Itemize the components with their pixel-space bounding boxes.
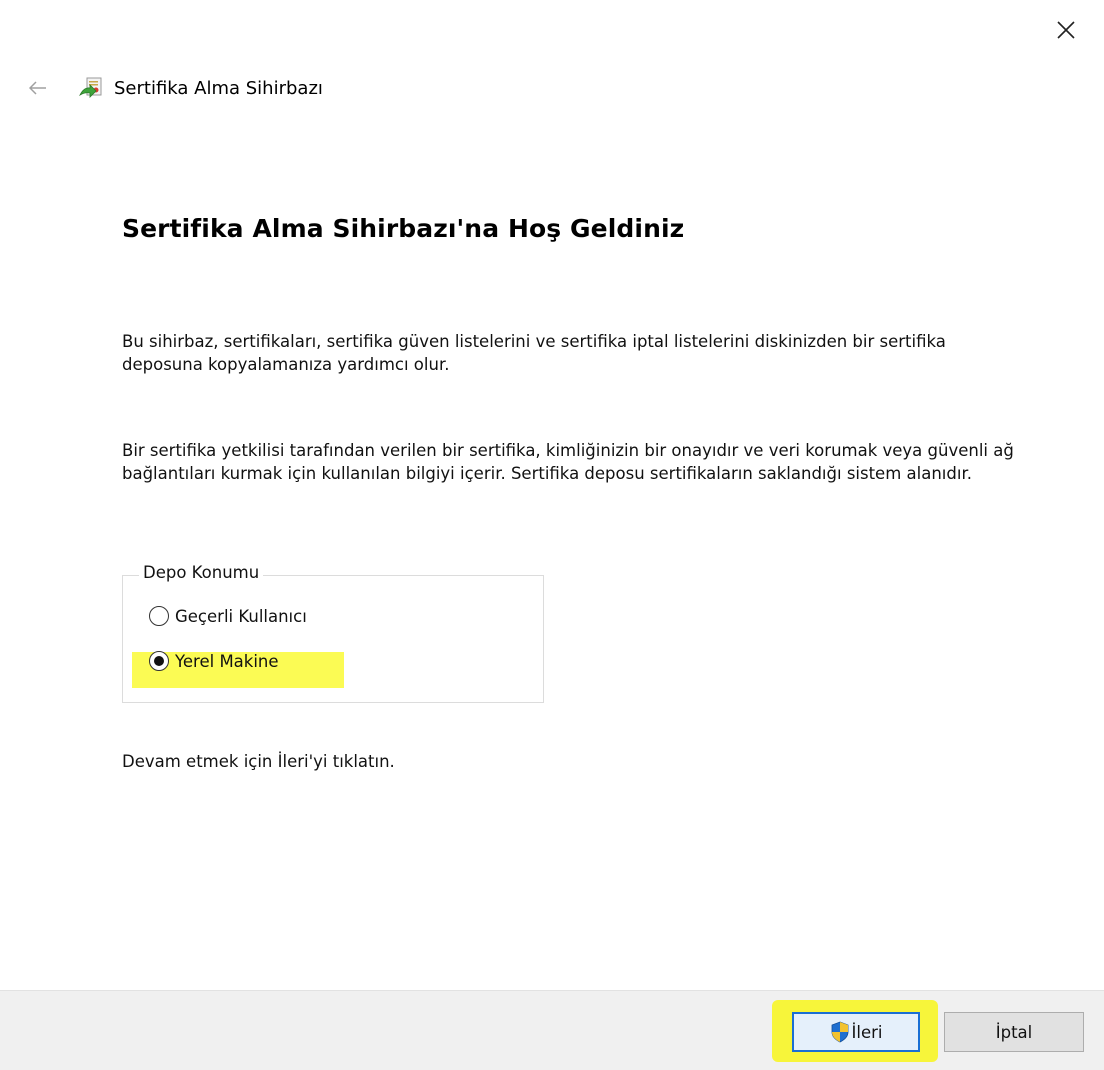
radio-label-current-user: Geçerli Kullanıcı bbox=[175, 606, 307, 626]
close-button[interactable] bbox=[1050, 14, 1082, 46]
close-icon bbox=[1057, 21, 1075, 39]
wizard-footer bbox=[0, 990, 1104, 1070]
continue-hint: Devam etmek için İleri'yi tıklatın. bbox=[122, 752, 395, 771]
radio-button-selected[interactable] bbox=[149, 651, 169, 671]
radio-current-user[interactable]: Geçerli Kullanıcı bbox=[149, 606, 307, 626]
cancel-button[interactable]: İptal bbox=[944, 1012, 1084, 1052]
wizard-header: Sertifika Alma Sihirbazı bbox=[26, 68, 323, 108]
certificate-wizard-icon bbox=[78, 75, 104, 101]
next-button[interactable]: İleri bbox=[792, 1012, 920, 1052]
uac-shield-icon bbox=[831, 1021, 848, 1043]
radio-local-machine[interactable]: Yerel Makine bbox=[149, 651, 279, 671]
store-location-legend: Depo Konumu bbox=[139, 563, 264, 582]
cancel-button-label: İptal bbox=[995, 1022, 1033, 1042]
store-location-group: Depo Konumu Geçerli Kullanıcı Yerel Maki… bbox=[122, 563, 544, 703]
back-arrow-icon bbox=[29, 81, 46, 95]
description-paragraph-2: Bir sertifika yetkilisi tarafından veril… bbox=[122, 441, 1014, 483]
radio-selected-dot bbox=[154, 656, 164, 666]
certificate-import-wizard-window: Sertifika Alma Sihirbazı Sertifika Alma … bbox=[0, 0, 1104, 1070]
description-paragraph-1: Bu sihirbaz, sertifikaları, sertifika gü… bbox=[122, 332, 946, 374]
radio-label-local-machine: Yerel Makine bbox=[175, 651, 279, 671]
back-button[interactable] bbox=[26, 76, 50, 100]
wizard-title: Sertifika Alma Sihirbazı bbox=[114, 77, 323, 99]
next-button-label: İleri bbox=[851, 1022, 883, 1042]
page-heading: Sertifika Alma Sihirbazı'na Hoş Geldiniz bbox=[122, 214, 685, 243]
radio-button-unselected[interactable] bbox=[149, 606, 169, 626]
